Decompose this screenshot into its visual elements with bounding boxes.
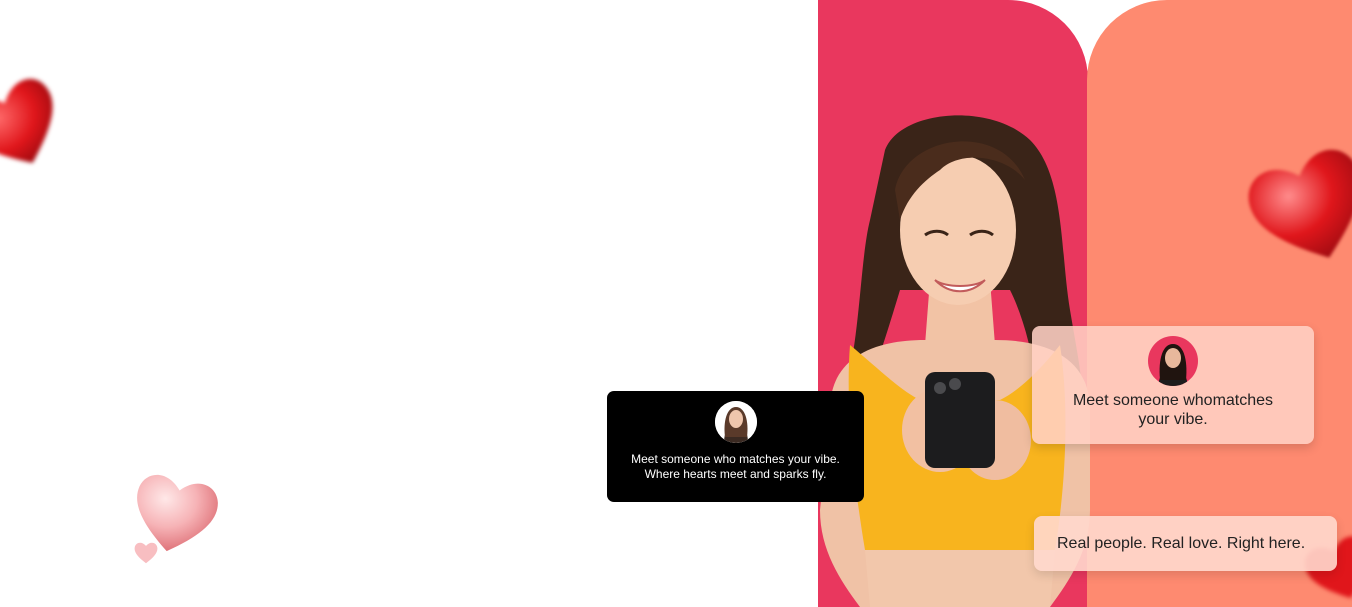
- tagline-text: Real people. Real love. Right here.: [1057, 534, 1306, 552]
- profile-avatar-icon: [1148, 336, 1198, 386]
- hero-stage: Meet someone who matches your vibe. Wher…: [0, 0, 1352, 607]
- heart-icon: [0, 78, 53, 163]
- heart-icon: [1248, 149, 1352, 258]
- testimonial-text: Meet someone whomatches your vibe.: [1072, 392, 1274, 428]
- testimonial-line-1: Meet someone who matches your vibe.: [631, 452, 840, 466]
- testimonial-card-light: Meet someone whomatches your vibe.: [1032, 326, 1314, 444]
- profile-avatar-icon: [714, 401, 757, 443]
- testimonial-card-dark: Meet someone who matches your vibe. Wher…: [607, 391, 864, 502]
- testimonial-line-2: Where hearts meet and sparks fly.: [644, 467, 827, 481]
- tagline-card: Real people. Real love. Right here.: [1034, 516, 1337, 571]
- testimonial-text: Meet someone who matches your vibe. Wher…: [607, 452, 864, 482]
- heart-icon: [134, 542, 158, 564]
